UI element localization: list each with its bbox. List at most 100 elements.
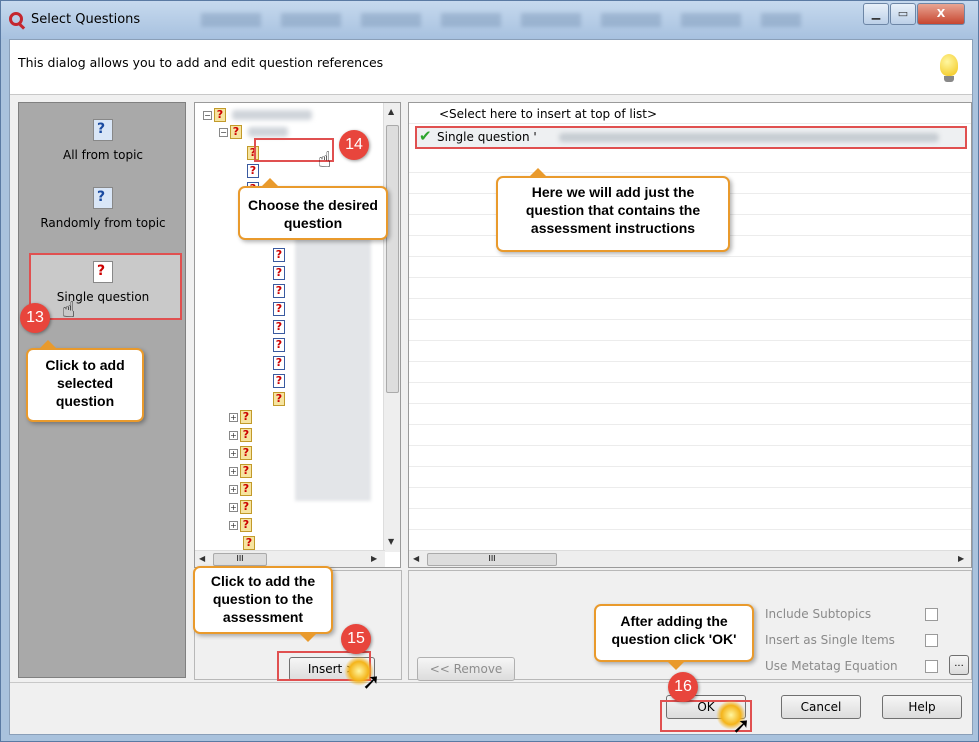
mode-label: All from topic <box>62 148 144 162</box>
list-item[interactable] <box>409 446 971 467</box>
include-subtopics-checkbox[interactable] <box>925 608 938 621</box>
question-icon: ? <box>273 320 285 334</box>
tree-node[interactable]: ? <box>243 535 255 551</box>
list-item[interactable] <box>409 257 971 278</box>
help-button[interactable]: Help <box>882 695 962 719</box>
topic-icon: ? <box>240 446 252 460</box>
callout-click-add-selected: Click to add selected question <box>26 348 144 422</box>
callout-pointer <box>300 634 316 642</box>
expand-icon[interactable]: + <box>229 448 238 458</box>
expand-icon[interactable]: + <box>229 502 238 512</box>
tree-node[interactable]: +? <box>229 481 252 497</box>
hand-cursor-icon: ☝ <box>318 148 332 173</box>
expand-icon[interactable]: + <box>229 412 238 422</box>
insert-single-items-label: Insert as Single Items <box>765 633 895 647</box>
dialog-header: This dialog allows you to add and edit q… <box>10 40 972 95</box>
topic-icon: ? <box>240 410 252 424</box>
tree-question[interactable]: ? <box>273 355 285 371</box>
list-item[interactable] <box>409 299 971 320</box>
list-hscroll-thumb[interactable]: III <box>427 553 557 566</box>
tree-node[interactable]: +? <box>229 517 252 533</box>
header-description: This dialog allows you to add and edit q… <box>18 55 384 70</box>
list-item[interactable] <box>409 152 971 173</box>
mode-label: Single question <box>56 290 150 304</box>
tree-node[interactable]: +? <box>229 427 252 443</box>
collapse-icon[interactable]: − <box>203 110 212 120</box>
step-badge-15: 15 <box>341 624 371 654</box>
list-item[interactable] <box>409 278 971 299</box>
blurred-question-names <box>295 233 371 501</box>
list-item[interactable] <box>409 530 971 551</box>
tree-question[interactable]: ? <box>273 247 285 263</box>
topic-icon: ? <box>243 536 255 550</box>
scroll-up-icon[interactable]: ▲ <box>388 107 394 116</box>
mode-randomly-from-topic[interactable]: ? Randomly from topic <box>19 187 187 230</box>
minimize-button[interactable]: ▁ <box>863 3 889 25</box>
tree-node[interactable]: +? <box>229 409 252 425</box>
list-item[interactable] <box>409 362 971 383</box>
close-button[interactable]: X <box>917 3 965 25</box>
tree-vscroll-thumb[interactable] <box>386 125 399 393</box>
expand-icon[interactable]: + <box>229 520 238 530</box>
tree-question[interactable]: ? <box>273 391 285 407</box>
tree-node[interactable]: +? <box>229 499 252 515</box>
collapse-icon[interactable]: − <box>219 127 228 137</box>
question-icon: ? <box>93 119 113 141</box>
question-icon: ? <box>273 356 285 370</box>
remove-button[interactable]: << Remove <box>417 657 515 681</box>
mode-all-from-topic[interactable]: ? All from topic <box>19 119 187 162</box>
tree-question[interactable]: ? <box>273 265 285 281</box>
tree-question[interactable]: ? <box>273 301 285 317</box>
expand-icon[interactable]: + <box>229 466 238 476</box>
app-logo-icon <box>9 12 23 26</box>
question-icon: ? <box>273 284 285 298</box>
topic-tree[interactable]: −? −? ? ? ? ? ? ? ? ? ? ? ? ? +? +? +? +… <box>194 102 401 568</box>
mode-single-question[interactable]: ? Single question <box>19 261 187 304</box>
list-item[interactable] <box>409 320 971 341</box>
tree-question[interactable]: ? <box>247 163 259 179</box>
scroll-left-icon[interactable]: ◀ <box>413 554 419 563</box>
list-item[interactable] <box>409 425 971 446</box>
selected-questions-list[interactable]: <Select here to insert at top of list> ✔… <box>408 102 972 568</box>
scroll-right-icon[interactable]: ▶ <box>371 554 377 563</box>
tree-node[interactable]: +? <box>229 463 252 479</box>
tree-node[interactable]: +? <box>229 445 252 461</box>
list-item[interactable] <box>409 509 971 530</box>
maximize-button[interactable]: ▭ <box>890 3 916 25</box>
tree-question[interactable]: ? <box>273 337 285 353</box>
question-icon: ? <box>273 266 285 280</box>
scroll-down-icon[interactable]: ▼ <box>388 537 394 546</box>
metatag-equation-button[interactable]: ... <box>949 655 969 675</box>
list-item[interactable] <box>409 488 971 509</box>
list-item[interactable] <box>409 467 971 488</box>
tree-question[interactable]: ? <box>273 319 285 335</box>
tree-question[interactable]: ? <box>273 283 285 299</box>
callout-pointer <box>530 168 546 176</box>
list-item-insert-top[interactable]: <Select here to insert at top of list> <box>409 103 971 124</box>
callout-pointer <box>668 662 684 670</box>
question-icon: ? <box>273 302 285 316</box>
tree-horizontal-scrollbar[interactable]: ◀ III ▶ <box>195 550 385 567</box>
step-badge-16: 16 <box>668 672 698 702</box>
tree-hscroll-thumb[interactable]: III <box>213 553 267 566</box>
scroll-right-icon[interactable]: ▶ <box>958 554 964 563</box>
expand-icon[interactable]: + <box>229 430 238 440</box>
tree-node[interactable]: −? <box>203 107 312 123</box>
window-title: Select Questions <box>31 12 141 27</box>
list-horizontal-scrollbar[interactable]: ◀ III ▶ <box>409 550 971 567</box>
cancel-button[interactable]: Cancel <box>781 695 861 719</box>
scroll-left-icon[interactable]: ◀ <box>199 554 205 563</box>
insert-single-items-checkbox[interactable] <box>925 634 938 647</box>
use-metatag-checkbox[interactable] <box>925 660 938 673</box>
topic-icon: ? <box>240 428 252 442</box>
question-icon: ? <box>247 164 259 178</box>
blurred-question-name <box>559 133 939 142</box>
tree-question[interactable]: ? <box>273 373 285 389</box>
tree-vertical-scrollbar[interactable]: ▲ ▼ <box>383 103 400 552</box>
lightbulb-icon[interactable] <box>940 54 958 82</box>
list-item[interactable] <box>409 341 971 362</box>
title-bar[interactable]: Select Questions ▁ ▭ X <box>1 1 978 39</box>
expand-icon[interactable]: + <box>229 484 238 494</box>
list-item[interactable] <box>409 383 971 404</box>
list-item[interactable] <box>409 404 971 425</box>
